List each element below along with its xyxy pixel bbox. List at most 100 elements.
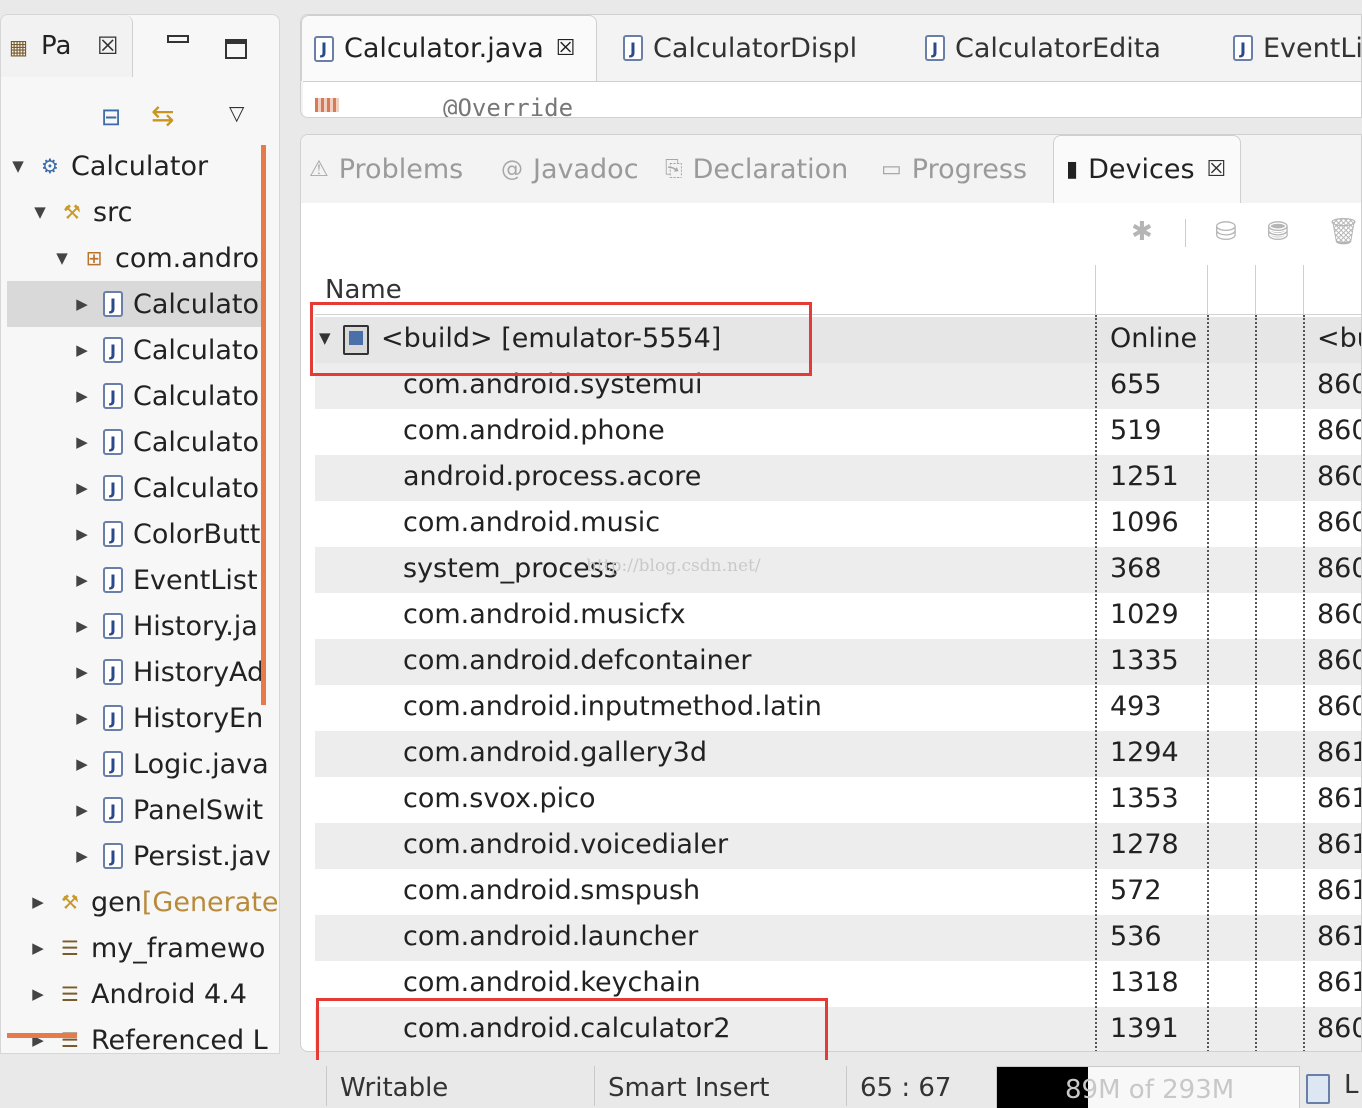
tree-item[interactable]: ▶ J Calculato bbox=[73, 465, 259, 511]
column-divider bbox=[1303, 315, 1305, 1051]
view-tab-javadoc[interactable]: @ Javadoc bbox=[501, 135, 639, 203]
watermark-text: http://blog.csdn.net/ bbox=[586, 556, 761, 576]
view-tab-declaration[interactable]: ⎘ Declaration bbox=[665, 135, 848, 203]
tree-item-label: Calculator bbox=[71, 150, 209, 182]
tree-item[interactable]: ▶ ☰ Android 4.4 bbox=[29, 971, 247, 1017]
java-file-icon: J bbox=[103, 475, 123, 501]
editor-tab-label: EventLis bbox=[1263, 32, 1361, 64]
process-row[interactable]: com.android.gallery3d 1294 861 bbox=[315, 731, 1361, 777]
collapsed-arrow-icon[interactable]: ▶ bbox=[73, 709, 91, 727]
process-row[interactable]: android.process.acore 1251 860 bbox=[315, 455, 1361, 501]
collapsed-arrow-icon[interactable]: ▶ bbox=[73, 571, 91, 589]
tree-item[interactable]: ▶ ⚒ gen [Generate bbox=[29, 879, 279, 925]
expanded-arrow-icon[interactable]: ▼ bbox=[9, 157, 27, 175]
editor-tab[interactable]: J Calculator.java ☒ bbox=[301, 15, 597, 81]
device-extra: <bu bbox=[1317, 323, 1361, 354]
process-row[interactable]: system_process368860 bbox=[315, 547, 1361, 593]
process-pid: 1391 bbox=[1110, 1013, 1179, 1044]
process-row[interactable]: com.android.inputmethod.latin 493 860 bbox=[315, 685, 1361, 731]
process-row[interactable]: com.android.launcher 536 861 bbox=[315, 915, 1361, 961]
tree-item[interactable]: ▶ J Calculato bbox=[73, 373, 259, 419]
tree-item-label: Calculato bbox=[133, 288, 260, 320]
close-icon[interactable]: ☒ bbox=[97, 32, 119, 60]
collapse-all-icon[interactable]: ⊟ bbox=[101, 103, 127, 131]
collapsed-arrow-icon[interactable]: ▶ bbox=[29, 939, 47, 957]
java-file-icon: J bbox=[103, 613, 123, 639]
view-tab-label: Javadoc bbox=[533, 153, 639, 185]
close-icon[interactable]: ☒ bbox=[556, 36, 576, 61]
tree-item-label: src bbox=[93, 196, 133, 228]
collapsed-arrow-icon[interactable]: ▶ bbox=[29, 893, 47, 911]
close-icon[interactable]: ☒ bbox=[1207, 157, 1227, 182]
tree-item[interactable]: ▶ J Persist.jav bbox=[73, 833, 271, 879]
update-heap-icon[interactable]: ⛁ bbox=[1215, 217, 1237, 247]
editor-tab[interactable]: J CalculatorEdita bbox=[913, 15, 1203, 81]
process-row[interactable]: com.android.voicedialer 1278 861 bbox=[315, 823, 1361, 869]
run-gc-trash-icon[interactable] bbox=[1306, 1074, 1330, 1104]
collapsed-arrow-icon[interactable]: ▶ bbox=[73, 479, 91, 497]
collapsed-arrow-icon[interactable]: ▶ bbox=[73, 801, 91, 819]
debug-bug-icon[interactable]: ✱ bbox=[1131, 217, 1153, 247]
dump-hprof-icon[interactable]: ⛃ bbox=[1267, 217, 1289, 247]
process-row[interactable]: com.android.music 1096 860 bbox=[315, 501, 1361, 547]
process-row[interactable]: com.android.defcontainer 1335 860 bbox=[315, 639, 1361, 685]
minimize-button[interactable] bbox=[167, 35, 189, 43]
editor-tab-label: Calculator.java bbox=[344, 33, 544, 64]
highlight-box-device bbox=[310, 302, 812, 376]
collapsed-arrow-icon[interactable]: ▶ bbox=[73, 387, 91, 405]
tree-item[interactable]: ▶ J Calculato bbox=[73, 419, 259, 465]
collapsed-arrow-icon[interactable]: ▶ bbox=[29, 985, 47, 1003]
collapsed-arrow-icon[interactable]: ▶ bbox=[73, 525, 91, 543]
process-pid: 1353 bbox=[1110, 783, 1179, 814]
tree-item-label: HistoryAd bbox=[133, 656, 265, 688]
tree-item[interactable]: ▶ J Calculato bbox=[7, 281, 263, 327]
process-name: com.android.smspush bbox=[403, 875, 701, 906]
process-row[interactable]: com.android.phone 519 860 bbox=[315, 409, 1361, 455]
process-port: 860 bbox=[1317, 507, 1361, 538]
view-tab-progress[interactable]: ▭ Progress bbox=[881, 135, 1027, 203]
tree-item-label: EventList bbox=[133, 564, 258, 596]
collapsed-arrow-icon[interactable]: ▶ bbox=[73, 847, 91, 865]
collapsed-arrow-icon[interactable]: ▶ bbox=[73, 663, 91, 681]
tree-item[interactable]: ▼ ⊞ com.andro bbox=[53, 235, 259, 281]
process-row[interactable]: com.android.musicfx 1029 860 bbox=[315, 593, 1361, 639]
link-with-editor-icon[interactable]: ⇆ bbox=[151, 99, 174, 132]
tree-item[interactable]: ▶ J HistoryAd bbox=[73, 649, 264, 695]
expanded-arrow-icon[interactable]: ▼ bbox=[53, 249, 71, 267]
tree-item[interactable]: ▶ J HistoryEn bbox=[73, 695, 263, 741]
collapsed-arrow-icon[interactable]: ▶ bbox=[73, 617, 91, 635]
column-header-name[interactable]: Name bbox=[325, 275, 402, 305]
process-row[interactable]: com.svox.pico 1353 861 bbox=[315, 777, 1361, 823]
view-menu-chevron-down-icon[interactable]: ▽ bbox=[229, 101, 244, 125]
heap-status[interactable]: 89M of 293M bbox=[996, 1066, 1300, 1108]
tree-item[interactable]: ▶ J EventList bbox=[73, 557, 258, 603]
collapsed-arrow-icon[interactable]: ▶ bbox=[73, 295, 91, 313]
collapsed-arrow-icon[interactable]: ▶ bbox=[73, 341, 91, 359]
view-tab-problems[interactable]: ⚠ Problems bbox=[309, 135, 463, 203]
process-port: 861 bbox=[1317, 783, 1361, 814]
tree-item[interactable]: ▼ ⚙ Calculator bbox=[9, 143, 208, 189]
editor-tab[interactable]: J EventLis bbox=[1221, 15, 1361, 81]
process-pid: 368 bbox=[1110, 553, 1162, 584]
tree-item[interactable]: ▶ J PanelSwit bbox=[73, 787, 263, 833]
tree-item[interactable]: ▶ ☰ my_framewo bbox=[29, 925, 265, 971]
cause-gc-icon[interactable]: 🗑 bbox=[1327, 217, 1360, 247]
expanded-arrow-icon[interactable]: ▼ bbox=[31, 203, 49, 221]
package-explorer-tab[interactable]: ▦ Pa ☒ bbox=[1, 15, 133, 77]
tree-item[interactable]: ▶ J Calculato bbox=[73, 327, 259, 373]
tree-item-label: my_framewo bbox=[91, 932, 266, 964]
process-row[interactable]: com.android.smspush 572 861 bbox=[315, 869, 1361, 915]
collapsed-arrow-icon[interactable]: ▶ bbox=[73, 755, 91, 773]
tree-item[interactable]: ▶ J Logic.java bbox=[73, 741, 269, 787]
tree-item[interactable]: ▼ ⚒ src bbox=[31, 189, 132, 235]
progress-icon: ▭ bbox=[881, 156, 902, 182]
view-tab-devices[interactable]: ▮ Devices ☒ bbox=[1053, 135, 1242, 203]
maximize-button[interactable] bbox=[225, 39, 247, 59]
tree-item[interactable]: ▶ J History.ja bbox=[73, 603, 258, 649]
tree-item-decoration: [Generate bbox=[141, 886, 279, 918]
collapsed-arrow-icon[interactable]: ▶ bbox=[73, 433, 91, 451]
editor-tab[interactable]: J CalculatorDispl bbox=[611, 15, 891, 81]
tree-item[interactable]: ▶ J ColorButt bbox=[73, 511, 260, 557]
editor-content[interactable]: @Override bbox=[303, 81, 1361, 117]
bottom-view-stack: ⚠ Problems @ Javadoc ⎘ Declaration ▭ Progress ▮ D… bbox=[300, 134, 1362, 1052]
